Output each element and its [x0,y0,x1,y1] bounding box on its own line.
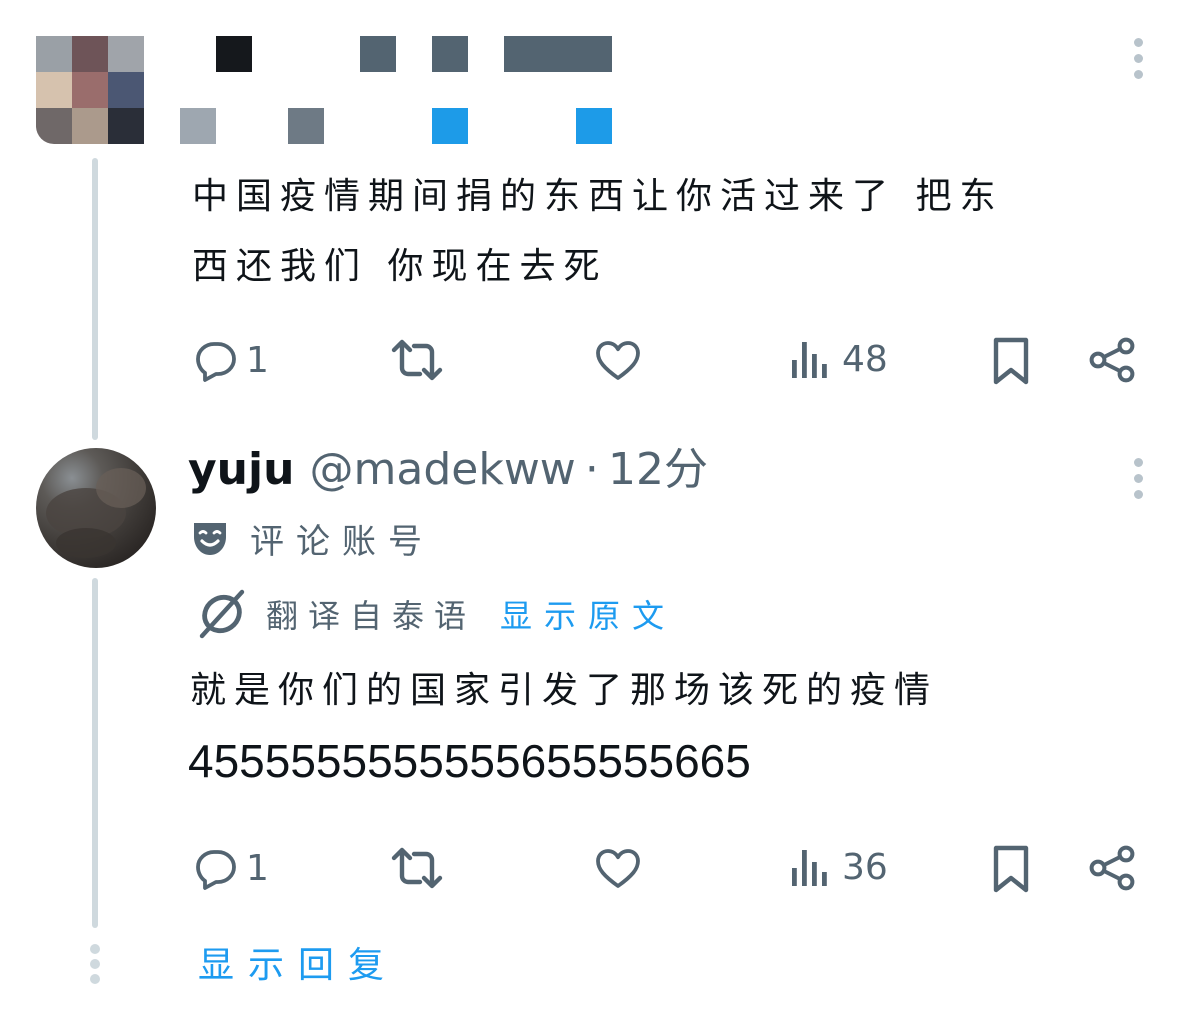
mask-icon [194,522,226,555]
tweet-number-line: 4555555555555655555665 [188,735,751,787]
avatar[interactable] [36,448,156,568]
bookmark-button[interactable] [990,844,1032,894]
retweet-icon [391,339,443,381]
reply-icon [196,850,236,890]
share-icon [1089,337,1135,383]
heart-icon [596,849,640,888]
avatar[interactable] [36,36,144,144]
translated-from-label: 翻译自泰语 [266,597,477,635]
bookmark-icon [993,845,1029,893]
reply-count: 1 [246,339,269,381]
views-chart-icon [792,850,827,886]
share-icon [1089,845,1135,891]
views-count: 48 [842,338,888,380]
like-button[interactable] [594,338,642,382]
thread-line-bottom [92,578,98,928]
account-label-row: 评论账号 [190,514,434,563]
like-button[interactable] [594,846,642,890]
reply-button[interactable]: 1 [192,846,269,890]
reply-icon [196,342,236,382]
tweet-text: 中国疫情期间捐的东西让你活过来了 把东 西还我们 你现在去死 [192,176,1004,287]
retweet-button[interactable] [390,336,444,384]
retweet-icon [391,847,443,889]
bookmark-icon [993,337,1029,385]
views-button[interactable]: 36 [790,846,888,888]
translation-row: 翻译自泰语 显示原文 [196,588,676,640]
share-button[interactable] [1088,844,1136,892]
translate-globe-icon [199,589,245,639]
display-name[interactable]: yuju [188,444,294,495]
views-chart-icon [792,342,827,378]
views-button[interactable]: 48 [790,338,888,380]
views-count: 36 [842,846,888,888]
more-options-icon[interactable] [1134,458,1144,506]
reply-button[interactable]: 1 [192,338,269,382]
timestamp[interactable]: 12分 [608,444,708,495]
retweet-button[interactable] [390,844,444,892]
tweet-header: yuju @madekww · 12分 [188,440,708,509]
share-button[interactable] [1088,336,1136,384]
thread-line-top [92,158,98,440]
thread-dots [90,944,100,984]
bookmark-button[interactable] [990,336,1032,386]
more-options-icon[interactable] [1134,38,1144,86]
tweet-text: 就是你们的国家引发了那场该死的疫情 [190,670,939,711]
show-original-link[interactable]: 显示原文 [500,591,676,637]
user-handle[interactable]: @madekww [310,444,576,495]
show-replies-link[interactable]: 显示回复 [198,936,398,988]
account-label: 评论账号 [250,522,434,562]
reply-count: 1 [246,847,269,889]
heart-icon [596,341,640,380]
separator-dot: · [584,444,599,495]
